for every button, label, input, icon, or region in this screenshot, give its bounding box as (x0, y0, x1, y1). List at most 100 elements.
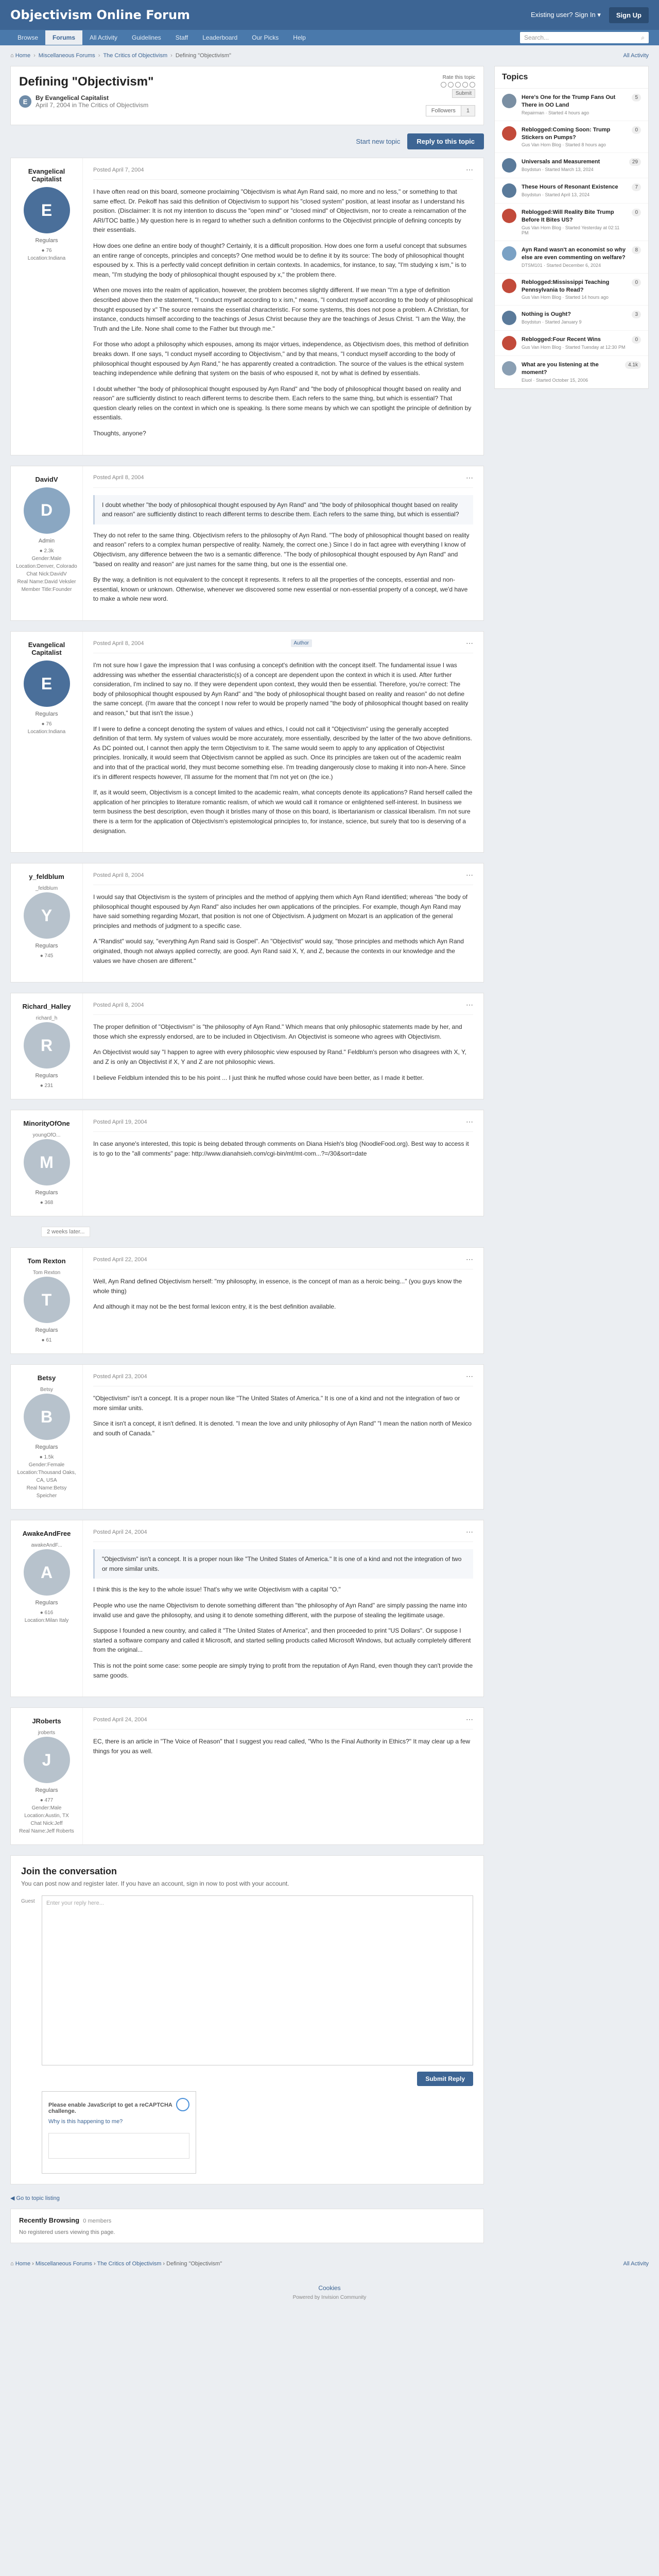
all-activity-link[interactable]: All Activity (623, 53, 649, 59)
post-date[interactable]: Posted April 7, 2004 (93, 167, 144, 173)
post-date[interactable]: Posted April 22, 2004 (93, 1257, 147, 1263)
more-options-icon[interactable]: ⋯ (466, 1117, 473, 1126)
sidebar-topic-item[interactable]: Reblogged:Will Reality Bite Trump Before… (495, 204, 648, 242)
post-author-name[interactable]: MinorityOfOne (16, 1120, 77, 1127)
avatar[interactable]: A (23, 1549, 70, 1596)
submit-reply-button[interactable]: Submit Reply (417, 2072, 473, 2087)
rate-submit-button[interactable]: Submit (452, 89, 475, 98)
sidebar-topic-title[interactable]: Ayn Rand wasn't an economist so why else… (522, 246, 627, 262)
nav-forums[interactable]: Forums (45, 30, 83, 45)
avatar[interactable] (502, 311, 516, 326)
sidebar-topic-title[interactable]: Reblogged:Coming Soon: Trump Stickers on… (522, 126, 627, 142)
avatar[interactable] (502, 126, 516, 141)
post-date[interactable]: Posted April 24, 2004 (93, 1717, 147, 1723)
sidebar-topic-title[interactable]: Here's One for the Trump Fans Out There … (522, 94, 627, 109)
avatar[interactable]: M (23, 1139, 70, 1186)
more-options-icon[interactable]: ⋯ (466, 165, 473, 174)
recaptcha-box[interactable]: Please enable JavaScript to get a reCAPT… (42, 2091, 196, 2174)
sidebar-topic-item[interactable]: What are you listening at the moment? Eiu… (495, 356, 648, 389)
more-options-icon[interactable]: ⋯ (466, 473, 473, 482)
rating-stars[interactable] (426, 82, 475, 88)
avatar[interactable]: E (19, 95, 31, 108)
search-input[interactable]: Search... ⌕ (520, 32, 649, 43)
breadcrumb-misc[interactable]: Miscellaneous Forums (39, 53, 95, 59)
post-author-name[interactable]: Tom Rexton (16, 1257, 77, 1265)
post-date[interactable]: Posted April 24, 2004 (93, 1529, 147, 1535)
footer-links[interactable]: Cookies (0, 2284, 659, 2292)
sidebar-topic-title[interactable]: Nothing is Ought? (522, 311, 582, 318)
avatar[interactable] (502, 94, 516, 108)
sidebar-topic-title[interactable]: Reblogged:Mississippi Teaching Pennsylva… (522, 279, 627, 294)
post-author-name[interactable]: y_feldblum (16, 873, 77, 880)
avatar[interactable]: B (23, 1394, 70, 1440)
more-options-icon[interactable]: ⋯ (466, 871, 473, 879)
footer-breadcrumb-critics[interactable]: The Critics of Objectivism (97, 2261, 162, 2267)
sidebar-topic-item[interactable]: Reblogged:Four Recent Wins Gus Van Horn B… (495, 331, 648, 357)
post-date[interactable]: Posted April 8, 2004 (93, 640, 144, 647)
avatar[interactable]: J (23, 1737, 70, 1784)
post-author-name[interactable]: Evangelical Capitalist (16, 167, 77, 183)
sidebar-topic-title[interactable]: Reblogged:Will Reality Bite Trump Before… (522, 209, 627, 224)
footer-breadcrumb-misc[interactable]: Miscellaneous Forums (36, 2261, 92, 2267)
nav-help[interactable]: Help (286, 30, 313, 45)
more-options-icon[interactable]: ⋯ (466, 1255, 473, 1264)
sidebar-topic-item[interactable]: Ayn Rand wasn't an economist so why else… (495, 241, 648, 274)
nav-guidelines[interactable]: Guidelines (125, 30, 168, 45)
captcha-response[interactable] (48, 2133, 189, 2159)
post-author-name[interactable]: JRoberts (16, 1717, 77, 1725)
sidebar-topic-item[interactable]: Here's One for the Trump Fans Out There … (495, 89, 648, 121)
avatar[interactable]: Y (23, 892, 70, 939)
avatar[interactable]: D (23, 487, 70, 534)
avatar[interactable]: R (23, 1022, 70, 1069)
captcha-help-link[interactable]: Why is this happening to me? (48, 2119, 123, 2125)
post-date[interactable]: Posted April 19, 2004 (93, 1119, 147, 1125)
avatar[interactable]: E (23, 660, 70, 707)
avatar[interactable] (502, 278, 516, 293)
sidebar-topic-item[interactable]: These Hours of Resonant Existence Boydstu… (495, 178, 648, 204)
nav-our-picks[interactable]: Our Picks (245, 30, 286, 45)
nav-all-activity[interactable]: All Activity (82, 30, 125, 45)
avatar[interactable] (502, 158, 516, 173)
more-options-icon[interactable]: ⋯ (466, 1001, 473, 1009)
post-author-name[interactable]: DavidV (16, 476, 77, 483)
signup-button[interactable]: Sign Up (609, 7, 649, 23)
breadcrumb-home[interactable]: Home (15, 53, 30, 59)
more-options-icon[interactable]: ⋯ (466, 1528, 473, 1536)
avatar[interactable] (502, 336, 516, 351)
start-topic-link[interactable]: Start new topic (356, 138, 400, 145)
sidebar-topic-title[interactable]: Universals and Measurement (522, 158, 600, 166)
post-date[interactable]: Posted April 8, 2004 (93, 1002, 144, 1008)
topic-author[interactable]: By Evangelical Capitalist (36, 94, 148, 101)
go-to-topic-listing[interactable]: ◀ Go to topic listing (10, 2195, 484, 2201)
post-author-name[interactable]: AwakeAndFree (16, 1530, 77, 1537)
breadcrumb-critics[interactable]: The Critics of Objectivism (103, 53, 167, 59)
nav-browse[interactable]: Browse (10, 30, 45, 45)
nav-staff[interactable]: Staff (168, 30, 195, 45)
sidebar-topic-item[interactable]: Reblogged:Mississippi Teaching Pennsylva… (495, 274, 648, 306)
post-author-name[interactable]: Richard_Halley (16, 1003, 77, 1010)
sidebar-topic-title[interactable]: Reblogged:Four Recent Wins (522, 336, 625, 344)
sidebar-topic-title[interactable]: These Hours of Resonant Existence (522, 183, 618, 191)
search-icon[interactable]: ⌕ (641, 34, 645, 42)
avatar[interactable] (502, 246, 516, 261)
site-logo[interactable]: Objectivism Online Forum (10, 8, 190, 22)
post-date[interactable]: Posted April 8, 2004 (93, 872, 144, 878)
signin-link[interactable]: Existing user? Sign In ▾ (531, 11, 601, 19)
avatar[interactable] (502, 361, 516, 376)
avatar[interactable] (502, 183, 516, 198)
post-date[interactable]: Posted April 8, 2004 (93, 474, 144, 481)
sidebar-topic-item[interactable]: Universals and Measurement Boydstun · Sta… (495, 153, 648, 179)
post-date[interactable]: Posted April 23, 2004 (93, 1374, 147, 1380)
followers-button[interactable]: Followers 1 (425, 105, 475, 116)
sidebar-topic-item[interactable]: Nothing is Ought? Boydstun · Started Janu… (495, 306, 648, 331)
sidebar-topic-item[interactable]: Reblogged:Coming Soon: Trump Stickers on… (495, 121, 648, 154)
avatar[interactable] (502, 209, 516, 224)
post-author-name[interactable]: Evangelical Capitalist (16, 641, 77, 656)
footer-breadcrumb-home[interactable]: Home (15, 2261, 30, 2267)
nav-leaderboard[interactable]: Leaderboard (195, 30, 245, 45)
more-options-icon[interactable]: ⋯ (466, 1372, 473, 1381)
more-options-icon[interactable]: ⋯ (466, 639, 473, 648)
footer-all-activity-link[interactable]: All Activity (623, 2261, 649, 2267)
avatar[interactable]: T (23, 1277, 70, 1324)
sidebar-topic-title[interactable]: What are you listening at the moment? (522, 361, 620, 377)
